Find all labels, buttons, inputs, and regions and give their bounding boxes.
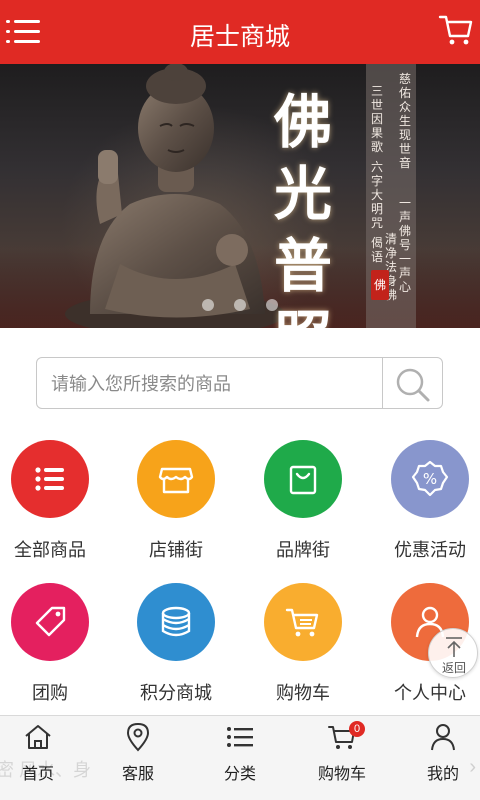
tab-label: 客服 <box>121 766 154 783</box>
grid-item-promotions[interactable]: % 优惠活动 <box>370 440 480 580</box>
circle-bg <box>11 583 89 661</box>
poem-column: 一声佛号一声心 <box>398 196 411 294</box>
home-icon <box>25 725 51 749</box>
list-icon <box>35 467 64 491</box>
page-title: 居士商城 <box>189 23 290 51</box>
grid-label: 团购 <box>32 683 68 703</box>
tab-label: 我的 <box>426 766 459 783</box>
grid-item-shopping-cart[interactable]: 购物车 <box>243 583 363 723</box>
grid-item-all-products[interactable]: 全部商品 <box>0 440 110 580</box>
carousel-dot[interactable] <box>266 299 278 311</box>
tab-mine[interactable]: 我的 <box>395 716 480 800</box>
list-icon <box>227 727 253 747</box>
seal-stamp: 佛 <box>371 270 389 300</box>
cart-icon[interactable] <box>438 12 474 48</box>
search-icon <box>396 368 430 402</box>
location-pin-icon <box>126 722 150 752</box>
bottom-tab-bar: 密 风水、身 › 首页 客服 分类 0 购物车 我的 <box>0 715 480 800</box>
carousel-dot[interactable] <box>202 299 214 311</box>
banner-calligraphy: 佛 光 普 照 <box>273 88 332 328</box>
svg-text:%: % <box>423 470 437 488</box>
grid-label: 全部商品 <box>14 540 86 560</box>
tab-label: 购物车 <box>317 766 366 783</box>
cart-badge: 0 <box>349 721 365 737</box>
grid-item-group-buy[interactable]: 团购 <box>0 583 110 723</box>
grid-label: 优惠活动 <box>394 540 466 560</box>
tab-home[interactable]: 首页 <box>0 716 86 800</box>
promo-banner[interactable]: 佛 光 普 照 慈佑众生现世音 一声佛号一声心 清净法身佛 三世因果歌 六字大明… <box>0 64 480 328</box>
grid-label: 购物车 <box>276 683 330 703</box>
circle-bg <box>264 440 342 518</box>
app-header: 居士商城 <box>0 0 480 64</box>
coins-icon <box>161 606 191 637</box>
poem-column: 慈佑众生现世音 <box>398 72 411 170</box>
carousel-dot[interactable] <box>234 299 246 311</box>
search-bar <box>36 357 443 409</box>
back-to-top-label: 返回 <box>441 661 466 675</box>
buddha-statue-image <box>65 64 285 328</box>
grid-item-points-mall[interactable]: 积分商城 <box>116 583 236 723</box>
tab-label: 分类 <box>223 766 256 783</box>
poem-column: 三世因果歌 <box>370 84 383 154</box>
grid-label: 品牌街 <box>276 540 330 560</box>
carousel-dots[interactable] <box>196 299 286 313</box>
grid-item-shop-street[interactable]: 店铺街 <box>116 440 236 580</box>
person-icon <box>431 724 455 751</box>
bag-icon <box>289 465 317 495</box>
grid-label: 个人中心 <box>394 683 466 703</box>
grid-label: 积分商城 <box>140 683 212 703</box>
tab-categories[interactable]: 分类 <box>192 716 288 800</box>
tab-customer-service[interactable]: 客服 <box>90 716 186 800</box>
tab-label: 首页 <box>21 766 54 783</box>
poem-column: 六字大明咒 <box>370 160 383 230</box>
circle-bg <box>137 583 215 661</box>
poem-column: 偈语 <box>370 236 383 264</box>
price-tag-icon <box>35 606 66 637</box>
tab-cart[interactable]: 0 购物车 <box>294 716 390 800</box>
percent-tag-icon: % <box>411 460 449 497</box>
cart-icon <box>285 608 319 637</box>
grid-label: 店铺街 <box>149 540 203 560</box>
back-to-top-button[interactable]: 返回 <box>428 628 478 678</box>
circle-bg <box>264 583 342 661</box>
circle-bg <box>137 440 215 518</box>
grid-item-brand-street[interactable]: 品牌街 <box>243 440 363 580</box>
search-button[interactable] <box>382 358 442 408</box>
circle-bg: % <box>391 440 469 518</box>
shop-icon <box>158 467 194 494</box>
search-input[interactable] <box>51 371 371 397</box>
circle-bg <box>11 440 89 518</box>
